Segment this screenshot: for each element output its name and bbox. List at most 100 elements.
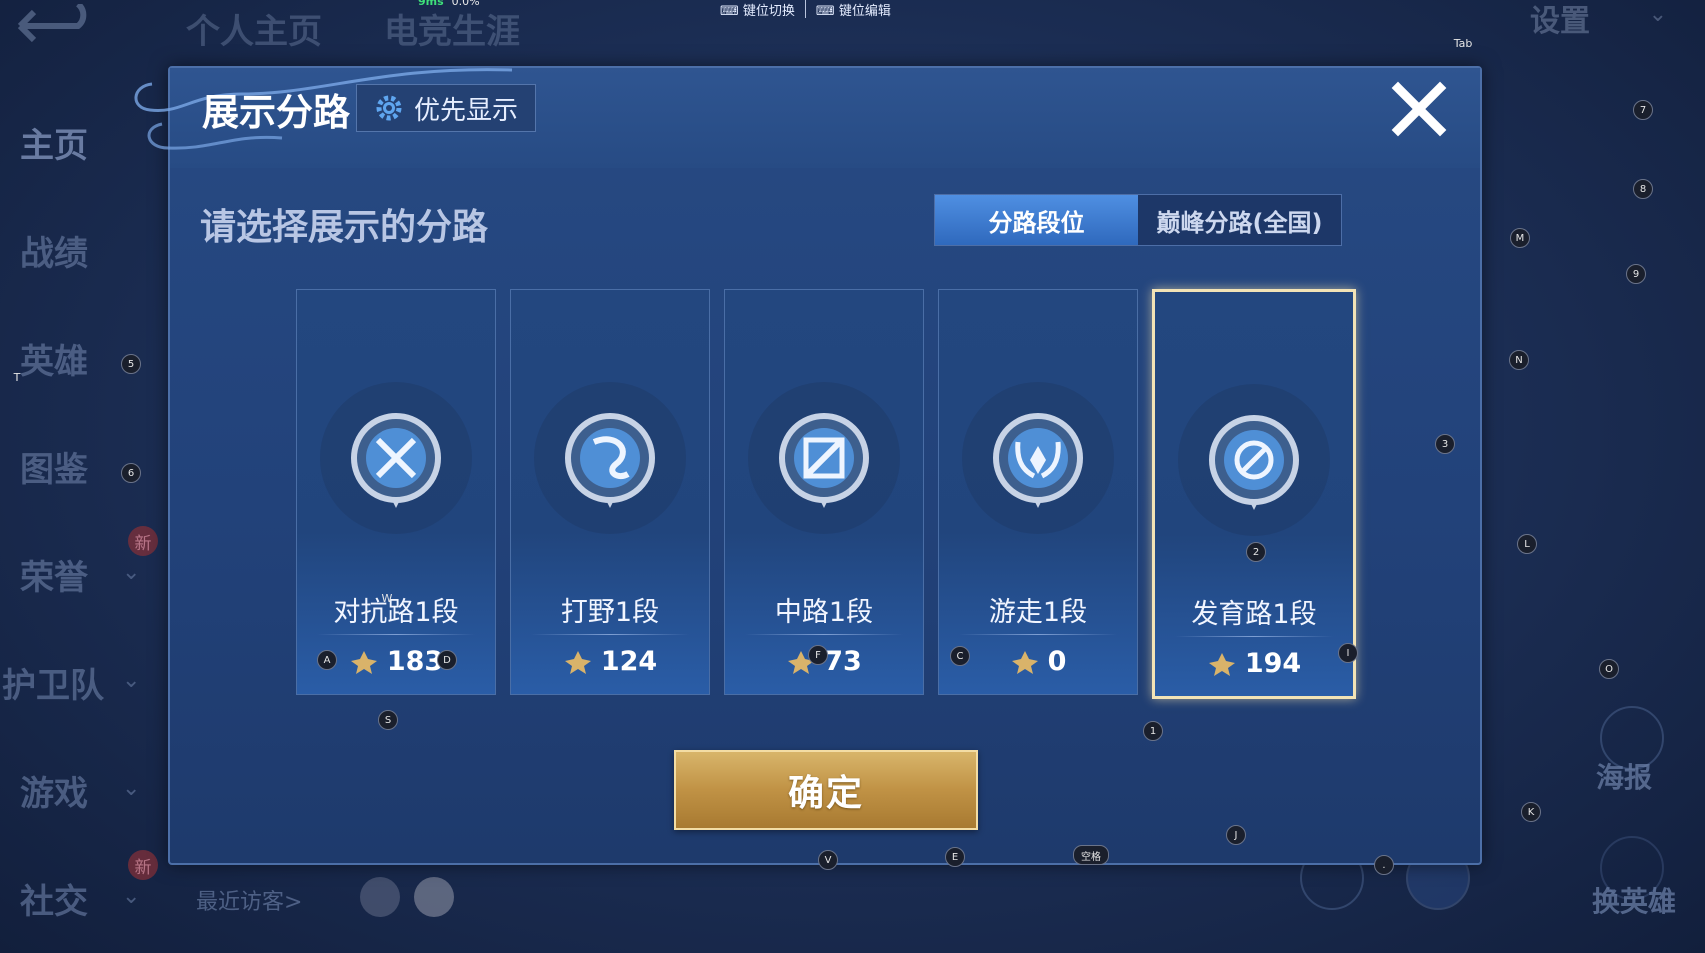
points-row: 194	[1155, 648, 1353, 679]
points-value: 183	[386, 646, 444, 677]
key-hint: K	[1521, 802, 1541, 822]
key-hint: 6	[121, 463, 141, 483]
points-value: 124	[600, 646, 658, 677]
nav-item-heroes[interactable]: 英雄	[20, 334, 88, 383]
key-hint: Tab	[1453, 36, 1473, 50]
divider	[316, 634, 476, 635]
staff-icon	[748, 382, 900, 534]
gear-icon	[376, 95, 402, 121]
nav-item-game[interactable]: 游戏	[20, 766, 88, 815]
key-hint: J	[1226, 825, 1246, 845]
key-hint: C	[950, 646, 970, 666]
lane-card-top[interactable]: 对抗路1段 183	[296, 289, 496, 695]
rank-label: 游走1段	[988, 597, 1088, 628]
rank-label: 对抗路1段	[333, 597, 459, 628]
close-icon[interactable]	[1390, 80, 1448, 138]
poster-button[interactable]: 海报	[1596, 756, 1652, 796]
dialog-title-bar: 展示分路 优先显示	[134, 68, 1480, 168]
points-value: 73	[824, 646, 862, 677]
recent-visitors-link[interactable]: 最近访客>	[196, 884, 302, 916]
lane-card-bottom[interactable]: 发育路1段 194	[1152, 289, 1356, 699]
nav-item-honor[interactable]: 荣誉	[20, 550, 88, 599]
rank-label: 打野1段	[560, 597, 660, 628]
avatar[interactable]	[414, 877, 454, 917]
lane-tabs: 分路段位 巅峰分路(全国)	[934, 194, 1342, 246]
key-hint: I	[1338, 643, 1358, 663]
key-hint: A	[317, 650, 337, 670]
chevron-down-icon[interactable]: ⌄	[122, 560, 140, 585]
dialog-subtitle: 请选择展示的分路	[200, 207, 489, 248]
tab-esports-career[interactable]: 电竞生涯	[384, 4, 520, 53]
lane-card-list: 对抗路1段 183 打野1段 124 中路1段 73 游走1段 0 发育路1段 …	[296, 289, 1356, 699]
key-hint: 5	[121, 354, 141, 374]
ping-readout: 9ms 0.0%	[418, 0, 480, 8]
key-hint: T	[13, 370, 21, 384]
switch-hero-button[interactable]: 换英雄	[1592, 880, 1676, 920]
star-points-icon	[350, 650, 377, 674]
key-hint: N	[1509, 350, 1529, 370]
new-badge: 新	[128, 850, 158, 880]
key-hint: 空格	[1073, 845, 1109, 865]
dragon-icon	[534, 382, 686, 534]
new-badge: 新	[128, 526, 158, 556]
star-points-icon	[564, 650, 591, 674]
tab-lane-rank[interactable]: 分路段位	[935, 195, 1138, 245]
key-hint: W	[381, 591, 393, 605]
lane-card-jungle[interactable]: 打野1段 124	[510, 289, 710, 695]
key-hint: 3	[1435, 434, 1455, 454]
settings-button[interactable]: 设置	[1530, 0, 1590, 40]
dialog-title: 展示分路	[202, 91, 350, 134]
confirm-label: 确定	[787, 773, 864, 814]
key-hint: 2	[1246, 542, 1266, 562]
star-points-icon	[1208, 652, 1235, 676]
lane-card-roam[interactable]: 游走1段 0	[938, 289, 1138, 695]
priority-display-label: 优先显示	[413, 95, 518, 126]
rank-label: 中路1段	[774, 597, 874, 628]
nav-item-codex[interactable]: 图鉴	[20, 442, 88, 491]
nav-item-social[interactable]: 社交	[20, 874, 88, 923]
star-points-icon	[1011, 650, 1038, 674]
divider	[958, 634, 1118, 635]
chevron-down-icon[interactable]: ⌄	[122, 668, 140, 693]
sword-shield-icon	[320, 382, 472, 534]
key-hint: E	[945, 847, 965, 867]
key-hint: 1	[1143, 721, 1163, 741]
wings-icon	[962, 382, 1114, 534]
key-hint: F	[808, 645, 828, 665]
key-hint: M	[1510, 228, 1530, 248]
back-arrow-icon[interactable]	[12, 4, 98, 48]
divider	[1174, 636, 1334, 637]
key-hint: S	[378, 710, 398, 730]
key-hint: D	[437, 650, 457, 670]
key-hint: 7	[1633, 100, 1653, 120]
key-hint: L	[1517, 534, 1537, 554]
divider	[744, 634, 904, 635]
key-switch-button[interactable]: ⌨ 键位切换	[720, 0, 795, 19]
key-hint: .	[1374, 855, 1394, 875]
key-edit-button[interactable]: ⌨ 键位编辑	[816, 0, 891, 19]
key-hint: V	[818, 850, 838, 870]
chevron-down-icon[interactable]: ⌄	[122, 776, 140, 801]
lane-display-dialog: 展示分路 优先显示 请选择展示的分路 分路段位 巅峰分路(全国) 对抗路1段 1…	[134, 66, 1482, 865]
key-hint: 9	[1626, 264, 1646, 284]
target-icon	[1178, 384, 1330, 536]
lane-card-mid[interactable]: 中路1段 73	[724, 289, 924, 695]
divider	[530, 634, 690, 635]
priority-display-button[interactable]: 优先显示	[356, 84, 536, 132]
tab-peak-lane[interactable]: 巅峰分路(全国)	[1138, 195, 1341, 245]
key-hint: O	[1599, 659, 1619, 679]
confirm-button[interactable]: 确定	[674, 750, 978, 830]
tab-personal-home[interactable]: 个人主页	[186, 4, 322, 53]
avatar[interactable]	[360, 877, 400, 917]
key-toolbar: ⌨ 键位切换 ⌨ 键位编辑	[720, 0, 891, 19]
nav-item-record[interactable]: 战绩	[20, 226, 88, 275]
key-hint: 8	[1633, 179, 1653, 199]
chevron-down-icon[interactable]: ⌄	[122, 884, 140, 909]
nav-item-guard[interactable]: 护卫队	[2, 658, 104, 707]
points-value: 0	[1047, 646, 1067, 677]
nav-item-home[interactable]: 主页	[20, 118, 88, 167]
chevron-down-icon[interactable]: ⌄	[1649, 2, 1667, 27]
points-value: 194	[1244, 648, 1302, 679]
points-row: 124	[511, 646, 709, 677]
rank-label: 发育路1段	[1191, 599, 1317, 630]
